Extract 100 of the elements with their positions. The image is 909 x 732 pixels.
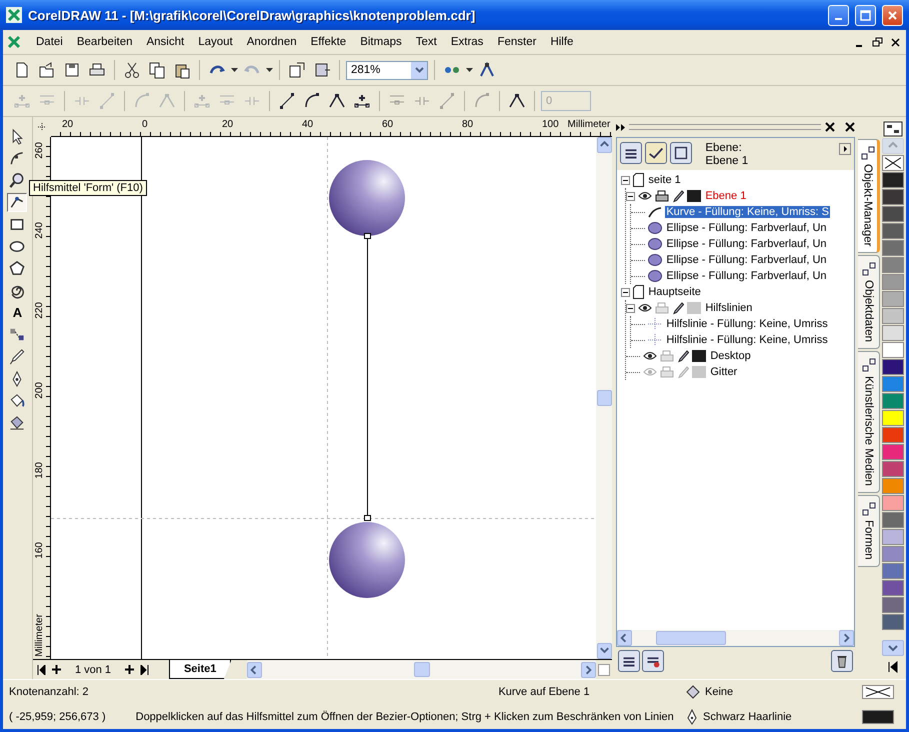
tree-item-label[interactable]: Desktop: [709, 350, 752, 362]
printer-icon[interactable]: [655, 190, 670, 202]
text-tool[interactable]: A: [7, 303, 28, 322]
collapse-toggle[interactable]: [621, 288, 630, 296]
scrollbar-thumb[interactable]: [414, 662, 430, 677]
color-swatch[interactable]: [882, 461, 904, 477]
scroll-right-button[interactable]: [839, 630, 854, 646]
menu-item[interactable]: Datei: [29, 34, 70, 50]
sphere[interactable]: [328, 160, 405, 236]
color-swatch[interactable]: [882, 512, 904, 528]
scrollbar-thumb[interactable]: [596, 390, 612, 406]
launcher-caret-icon[interactable]: [466, 68, 473, 72]
menu-item[interactable]: Text: [408, 34, 444, 50]
tree-item-label[interactable]: Hauptseite: [647, 286, 702, 298]
tree-item-label[interactable]: seite 1: [647, 174, 682, 186]
color-swatch[interactable]: [882, 563, 904, 579]
color-swatch[interactable]: [882, 172, 904, 188]
color-swatch[interactable]: [882, 342, 904, 358]
color-swatch[interactable]: [882, 291, 904, 307]
color-swatch[interactable]: [882, 580, 904, 596]
minimize-button[interactable]: [828, 4, 849, 26]
page-tab[interactable]: Seite1: [168, 660, 232, 679]
view-navigator-button[interactable]: [598, 664, 610, 676]
tree-item-label[interactable]: Hilfslinie - Füllung: Keine, Umriss: [665, 318, 829, 330]
last-page-icon[interactable]: [140, 664, 150, 674]
collapse-toggle[interactable]: [621, 176, 630, 184]
menu-item[interactable]: Extras: [444, 34, 490, 50]
close-button[interactable]: [882, 4, 903, 26]
close-icon[interactable]: [825, 122, 836, 132]
sphere[interactable]: [328, 522, 405, 598]
color-swatch[interactable]: [882, 529, 904, 545]
scroll-down-button[interactable]: [596, 643, 612, 659]
add-page-icon[interactable]: [125, 665, 134, 674]
curve-tool-icon[interactable]: [7, 193, 28, 212]
docker-tab[interactable]: Objektdaten: [858, 255, 880, 350]
tree-item-label[interactable]: Hilfslinien: [704, 302, 754, 314]
color-swatch[interactable]: [882, 274, 904, 290]
color-swatch[interactable]: [882, 444, 904, 460]
docker-tab[interactable]: Objekt-Manager: [858, 139, 880, 254]
menu-item[interactable]: Bearbeiten: [70, 34, 140, 50]
color-swatch[interactable]: [882, 189, 904, 205]
menu-item[interactable]: Effekte: [304, 34, 354, 50]
tree-item-label[interactable]: Ebene 1: [704, 190, 748, 202]
color-swatch[interactable]: [882, 206, 904, 222]
close-icon[interactable]: [845, 122, 856, 132]
collapse-toggle[interactable]: [626, 192, 636, 200]
expand-arrows-icon[interactable]: [616, 124, 626, 130]
menu-item[interactable]: Hilfe: [543, 34, 580, 50]
pencil-icon[interactable]: [672, 302, 684, 314]
tree-item-label[interactable]: Gitter: [709, 366, 738, 378]
undo-caret-icon[interactable]: [231, 68, 238, 72]
scroll-left-button[interactable]: [247, 662, 262, 678]
color-swatch[interactable]: [882, 325, 904, 341]
color-swatch[interactable]: [882, 376, 904, 392]
add-page-icon[interactable]: [52, 665, 61, 674]
eye-icon[interactable]: [638, 191, 652, 201]
pencil-icon[interactable]: [672, 190, 684, 202]
menu-item[interactable]: Anordnen: [240, 34, 304, 50]
color-swatch[interactable]: [882, 546, 904, 562]
tree-item-label[interactable]: Kurve - Füllung: Keine, Umriss: S: [665, 206, 830, 218]
menu-item[interactable]: Bitmaps: [353, 34, 409, 50]
trash-icon[interactable]: [831, 650, 854, 672]
scroll-right-button[interactable]: [581, 662, 596, 678]
pencil-icon[interactable]: [677, 350, 690, 362]
tree-item-label[interactable]: Ellipse - Füllung: Farbverlauf, Un: [665, 238, 828, 250]
selected-curve[interactable]: [364, 233, 371, 521]
color-swatch[interactable]: [882, 614, 904, 630]
color-swatch[interactable]: [882, 308, 904, 324]
color-swatch[interactable]: [882, 257, 904, 273]
color-swatch[interactable]: [882, 223, 904, 239]
palette-end-icon[interactable]: [888, 661, 898, 673]
docker-tab[interactable]: Künstlerische Medien: [858, 351, 880, 494]
maximize-button[interactable]: [855, 4, 876, 26]
color-swatch[interactable]: [882, 410, 904, 426]
palette-menu-icon[interactable]: [883, 121, 904, 137]
zoom-dropdown[interactable]: 281%: [346, 60, 428, 80]
scroll-left-button[interactable]: [617, 630, 632, 646]
first-page-icon[interactable]: [36, 664, 46, 674]
tree-item-label[interactable]: Ellipse - Füllung: Farbverlauf, Un: [665, 254, 828, 266]
color-swatch[interactable]: [882, 427, 904, 443]
collapse-toggle[interactable]: [626, 304, 636, 312]
menu-item[interactable]: Ansicht: [139, 34, 192, 50]
no-color-swatch[interactable]: [882, 155, 904, 171]
docker-tab[interactable]: Formen: [858, 495, 880, 568]
tree-item-label[interactable]: Ellipse - Füllung: Farbverlauf, Un: [665, 270, 828, 282]
color-swatch[interactable]: [882, 359, 904, 375]
tree-item-label[interactable]: Ellipse - Füllung: Farbverlauf, Un: [665, 222, 828, 234]
palette-scroll-down-button[interactable]: [882, 640, 904, 656]
scroll-up-button[interactable]: [596, 137, 612, 153]
scrollbar-thumb[interactable]: [656, 631, 726, 645]
color-swatch[interactable]: [882, 393, 904, 409]
tree-item-label[interactable]: Hilfslinie - Füllung: Keine, Umriss: [665, 334, 829, 346]
menu-item[interactable]: Fenster: [490, 34, 544, 50]
redo-caret-icon[interactable]: [266, 68, 273, 72]
color-swatch[interactable]: [882, 478, 904, 494]
eyedropper-icon[interactable]: [7, 347, 28, 366]
menu-item[interactable]: Layout: [191, 34, 240, 50]
color-swatch[interactable]: [882, 495, 904, 511]
restore-icon[interactable]: [870, 36, 885, 48]
document-icon[interactable]: [7, 35, 21, 49]
